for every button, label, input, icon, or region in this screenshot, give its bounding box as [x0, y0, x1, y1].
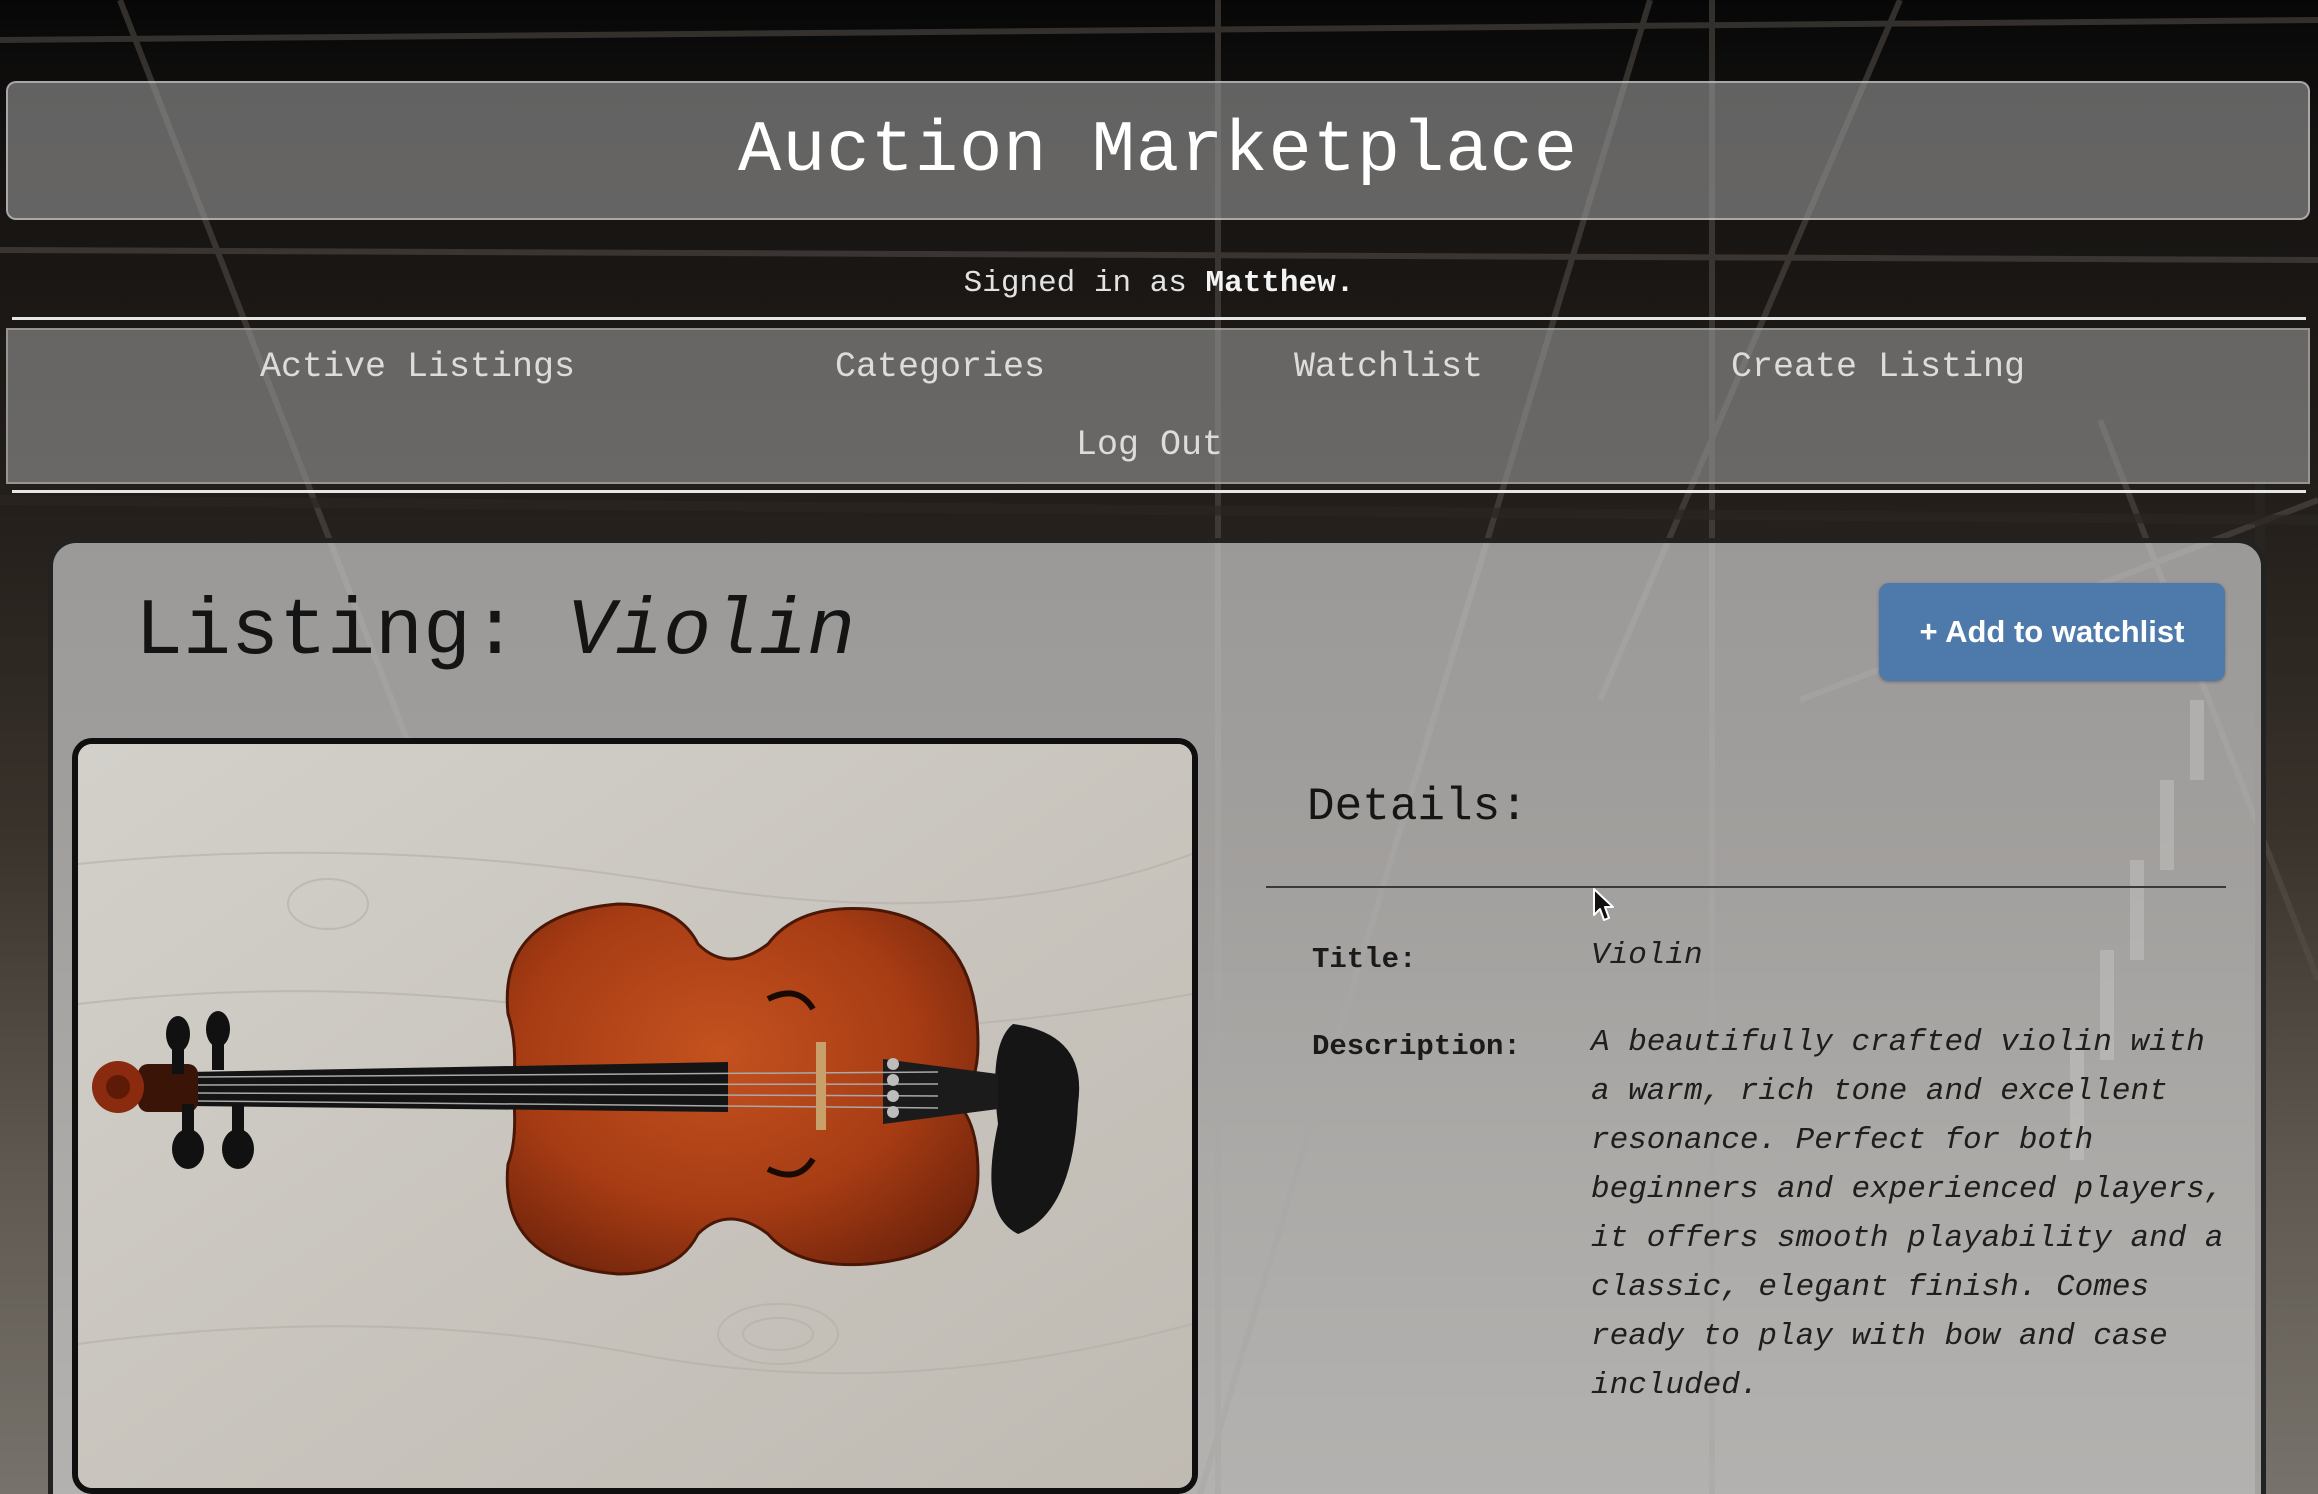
signed-in-prefix: Signed in as [963, 266, 1206, 301]
title-value: Violin [1591, 938, 1703, 973]
signed-in-status: Signed in as Matthew. [0, 266, 2318, 301]
site-header: Auction Marketplace [6, 81, 2310, 220]
nav-divider [12, 490, 2306, 493]
description-label: Description: [1312, 1030, 1521, 1063]
nav-log-out[interactable]: Log Out [1076, 425, 1223, 465]
nav-create-listing[interactable]: Create Listing [1731, 347, 2025, 387]
nav-active-listings[interactable]: Active Listings [260, 347, 575, 387]
details-heading: Details: [1307, 781, 1528, 833]
listing-card: Listing: Violin + Add to watchlist Detai… [48, 538, 2266, 1494]
description-value: A beautifully crafted violin with a warm… [1591, 1025, 2224, 1403]
title-label: Title: [1312, 943, 1417, 976]
listing-heading: Listing: Violin [135, 587, 855, 678]
listing-image [72, 738, 1198, 1494]
mouse-cursor-icon [1593, 888, 1614, 921]
details-divider [1266, 886, 2226, 888]
main-nav: Active Listings Categories Watchlist Cre… [6, 328, 2310, 484]
site-title: Auction Marketplace [738, 109, 1578, 192]
violin-photo-icon [78, 744, 1192, 1488]
add-to-watchlist-button[interactable]: + Add to watchlist [1879, 583, 2225, 681]
nav-watchlist[interactable]: Watchlist [1294, 347, 1483, 387]
top-divider [12, 317, 2306, 320]
listing-title: Violin [567, 587, 856, 678]
username: Matthew. [1205, 266, 1355, 301]
listing-heading-prefix: Listing: [135, 587, 568, 678]
nav-categories[interactable]: Categories [835, 347, 1045, 387]
